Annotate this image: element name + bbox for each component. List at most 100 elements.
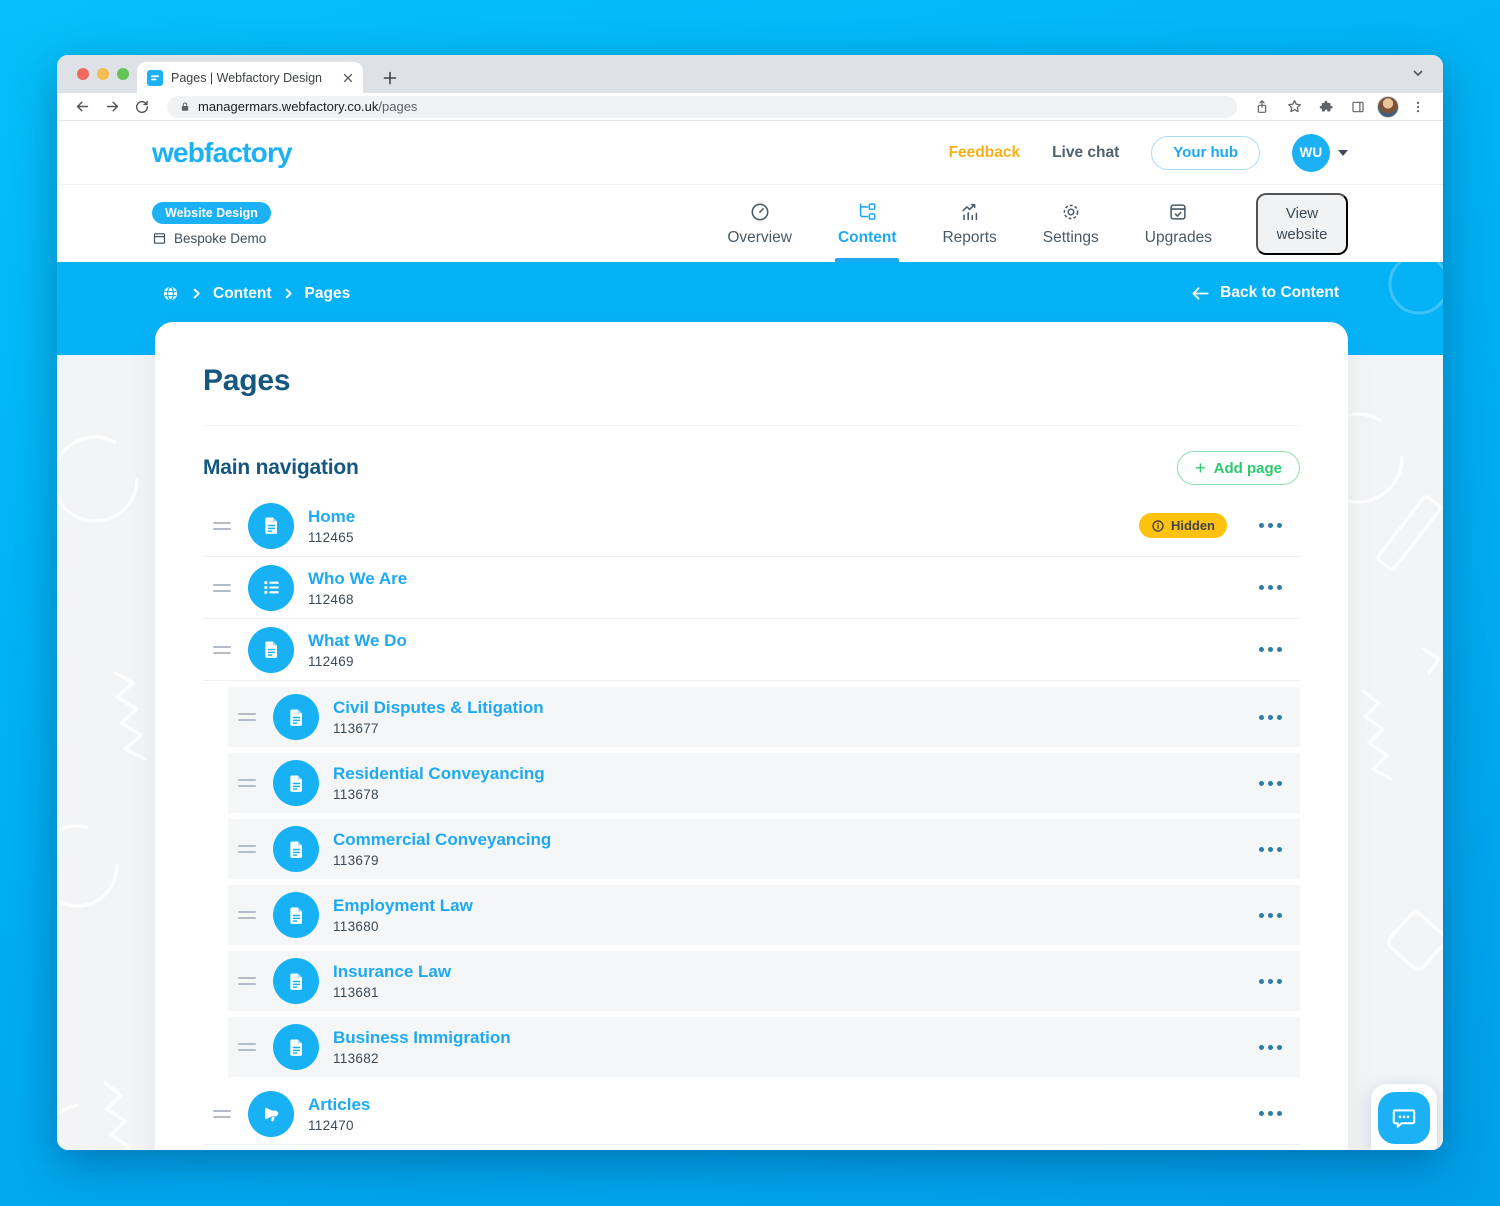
live-chat-link[interactable]: Live chat bbox=[1052, 144, 1119, 162]
drag-handle[interactable] bbox=[213, 646, 231, 654]
sidebar-icon[interactable] bbox=[1345, 95, 1371, 119]
page-id: 113680 bbox=[333, 919, 473, 934]
tab-close-icon[interactable] bbox=[343, 73, 353, 83]
row-menu-button[interactable] bbox=[1255, 1105, 1286, 1122]
kebab-menu-icon[interactable] bbox=[1405, 95, 1431, 119]
tab-settings[interactable]: Settings bbox=[1027, 185, 1115, 262]
page-id: 112468 bbox=[308, 592, 407, 607]
new-tab-button[interactable] bbox=[377, 65, 403, 91]
page-row: Commercial Conveyancing 113679 bbox=[228, 819, 1300, 879]
row-menu-button[interactable] bbox=[1255, 973, 1286, 990]
back-icon[interactable] bbox=[69, 95, 95, 119]
list-icon bbox=[248, 565, 294, 611]
maximize-window-button[interactable] bbox=[117, 68, 129, 80]
row-menu-button[interactable] bbox=[1255, 709, 1286, 726]
nav-label: Content bbox=[838, 229, 897, 247]
tab-overview[interactable]: Overview bbox=[711, 185, 808, 262]
site-name: Bespoke Demo bbox=[174, 231, 266, 246]
close-window-button[interactable] bbox=[77, 68, 89, 80]
extensions-puzzle-icon[interactable] bbox=[1313, 95, 1339, 119]
account-menu[interactable]: WU bbox=[1292, 134, 1348, 172]
gear-icon bbox=[1060, 201, 1082, 223]
row-menu-button[interactable] bbox=[1255, 907, 1286, 924]
page-id: 113679 bbox=[333, 853, 551, 868]
drag-handle[interactable] bbox=[238, 845, 256, 853]
bookmark-star-icon[interactable] bbox=[1281, 95, 1307, 119]
desktop-background: Pages | Webfactory Design bbox=[0, 0, 1500, 1206]
page-row: Home112465Hidden bbox=[203, 495, 1300, 557]
pages-card: Pages Main navigation + Add page Home112… bbox=[155, 322, 1348, 1150]
page-row: Who We Are 112468 bbox=[203, 557, 1300, 619]
document-icon bbox=[273, 826, 319, 872]
drag-handle[interactable] bbox=[238, 1043, 256, 1051]
chat-launcher[interactable] bbox=[1371, 1084, 1437, 1150]
feedback-link[interactable]: Feedback bbox=[949, 144, 1021, 162]
info-icon bbox=[1151, 519, 1165, 533]
breadcrumb-content[interactable]: Content bbox=[213, 285, 272, 303]
divider bbox=[203, 425, 1300, 426]
tab-content[interactable]: Content bbox=[822, 185, 913, 262]
arrow-left-icon bbox=[1191, 286, 1210, 301]
browser-tab[interactable]: Pages | Webfactory Design bbox=[137, 62, 363, 93]
decorative-shapes bbox=[1323, 262, 1443, 332]
tab-reports[interactable]: Reports bbox=[926, 185, 1012, 262]
sitemap-icon bbox=[856, 201, 878, 223]
megaphone-icon bbox=[248, 1091, 294, 1137]
drag-handle[interactable] bbox=[238, 977, 256, 985]
tab-upgrades[interactable]: Upgrades bbox=[1129, 185, 1228, 262]
page-id: 112470 bbox=[308, 1118, 370, 1133]
drag-handle[interactable] bbox=[238, 779, 256, 787]
your-hub-button[interactable]: Your hub bbox=[1151, 136, 1260, 170]
page-body: Pages Main navigation + Add page Home112… bbox=[57, 355, 1443, 1150]
row-menu-button[interactable] bbox=[1255, 841, 1286, 858]
site-name-row: Bespoke Demo bbox=[152, 231, 271, 246]
view-website-button[interactable]: View website bbox=[1256, 193, 1348, 255]
share-icon[interactable] bbox=[1249, 95, 1275, 119]
page-id: 112469 bbox=[308, 654, 407, 669]
add-page-button[interactable]: + Add page bbox=[1177, 451, 1300, 485]
nav-label: Settings bbox=[1043, 229, 1099, 247]
page-row: Articles 112470 bbox=[203, 1083, 1300, 1145]
tab-search-chevron-icon[interactable] bbox=[1411, 66, 1425, 80]
back-to-content-link[interactable]: Back to Content bbox=[1191, 284, 1339, 302]
page-link[interactable]: What We Do bbox=[308, 631, 407, 651]
row-menu-button[interactable] bbox=[1255, 641, 1286, 658]
page-link[interactable]: Insurance Law bbox=[333, 962, 451, 982]
row-menu-button[interactable] bbox=[1255, 775, 1286, 792]
page-link[interactable]: Employment Law bbox=[333, 896, 473, 916]
document-icon bbox=[273, 892, 319, 938]
main-nav: Overview Content Reports Settings Upgrades bbox=[711, 185, 1228, 262]
page-row: Business Immigration113682 bbox=[228, 1017, 1300, 1077]
page-row: Employment Law 113680 bbox=[228, 885, 1300, 945]
page-link[interactable]: Civil Disputes & Litigation bbox=[333, 698, 544, 718]
profile-avatar[interactable] bbox=[1377, 96, 1399, 118]
row-menu-button[interactable] bbox=[1255, 1039, 1286, 1056]
reload-icon[interactable] bbox=[129, 95, 155, 119]
page-link[interactable]: Residential Conveyancing bbox=[333, 764, 545, 784]
page-link[interactable]: Home bbox=[308, 507, 355, 527]
site-root-icon[interactable] bbox=[161, 284, 180, 303]
drag-handle[interactable] bbox=[238, 911, 256, 919]
user-avatar[interactable]: WU bbox=[1292, 134, 1330, 172]
document-icon bbox=[273, 958, 319, 1004]
forward-icon[interactable] bbox=[99, 95, 125, 119]
page-link[interactable]: Business Immigration bbox=[333, 1028, 511, 1048]
row-menu-button[interactable] bbox=[1255, 579, 1286, 596]
nav-label: Overview bbox=[727, 229, 792, 247]
drag-handle[interactable] bbox=[238, 713, 256, 721]
drag-handle[interactable] bbox=[213, 584, 231, 592]
page-link[interactable]: Articles bbox=[308, 1095, 370, 1115]
page-link[interactable]: Commercial Conveyancing bbox=[333, 830, 551, 850]
page-title: Pages bbox=[203, 364, 1300, 398]
url-bar[interactable]: managermars.webfactory.co.uk/pages bbox=[167, 96, 1237, 118]
row-menu-button[interactable] bbox=[1255, 517, 1286, 534]
boxcheck-icon bbox=[1167, 201, 1189, 223]
breadcrumb-pages: Pages bbox=[305, 285, 351, 303]
webfactory-logo[interactable]: webfactory bbox=[152, 137, 292, 169]
chart-icon bbox=[959, 201, 981, 223]
drag-handle[interactable] bbox=[213, 522, 231, 530]
minimize-window-button[interactable] bbox=[97, 68, 109, 80]
drag-handle[interactable] bbox=[213, 1110, 231, 1118]
page-link[interactable]: Who We Are bbox=[308, 569, 407, 589]
pages-list: Home112465Hidden Who We Are 112468 What We … bbox=[203, 495, 1300, 1145]
